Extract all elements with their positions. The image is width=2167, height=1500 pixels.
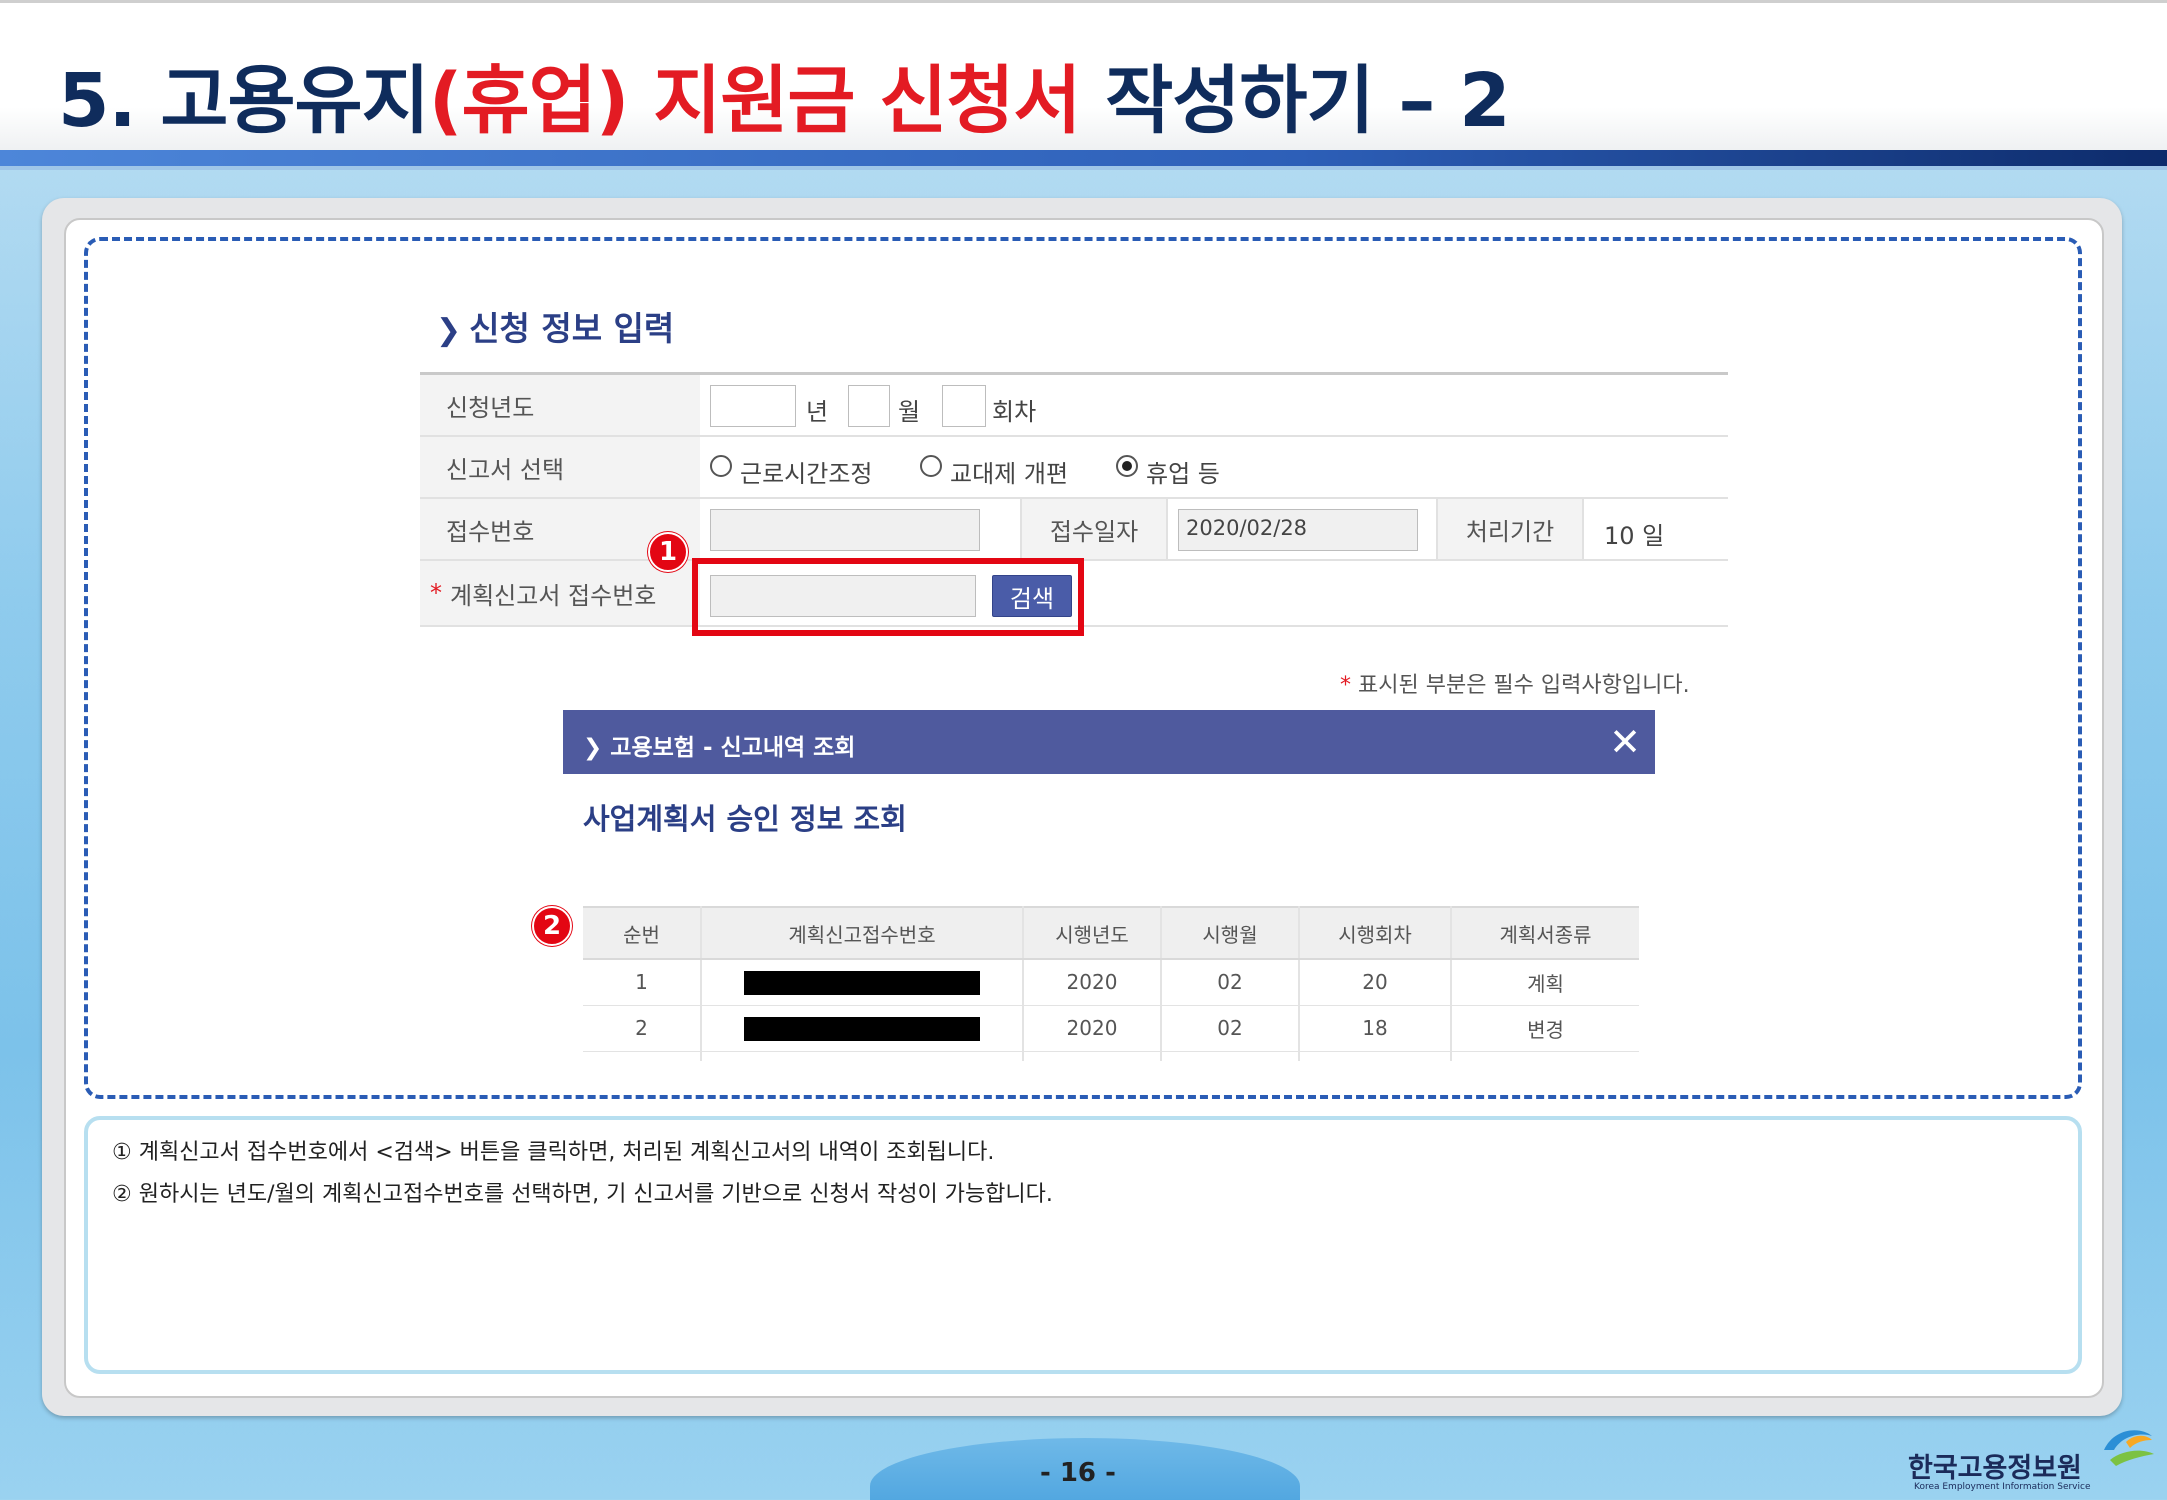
page-number: - 16 -	[1040, 1458, 1116, 1488]
year-unit: 년	[806, 398, 829, 426]
note-line-1: ① 계획신고서 접수번호에서 <검색> 버튼을 클릭하면, 처리된 계획신고서의…	[112, 1140, 995, 1165]
table-row[interactable]: 1 2020 02 20 계획	[583, 959, 1639, 1006]
header-divider	[0, 150, 2167, 166]
year-label: 신청년도	[420, 375, 700, 435]
row-plan-number[interactable]	[701, 959, 1024, 1006]
organization-logo: 한국고용정보원 Korea Employment Information Ser…	[1908, 1430, 2154, 1496]
plan-number-label-text: 계획신고서 접수번호	[450, 581, 657, 610]
round-unit: 회차	[992, 398, 1037, 426]
popup-heading: 사업계획서 승인 정보 조회	[583, 802, 907, 836]
popup-title-bar: ❯ 고용보험 - 신고내역 조회 ✕	[563, 710, 1655, 774]
logo-swoosh-icon	[2104, 1430, 2154, 1466]
slide-title: 5. 고용유지(휴업) 지원금 신청서 작성하기 – 2	[58, 41, 1511, 148]
callout-highlight-1	[692, 558, 1084, 636]
row-type: 계획	[1451, 959, 1639, 1006]
radio-shift-change[interactable]	[920, 455, 942, 477]
logo-english: Korea Employment Information Service	[1914, 1482, 2091, 1492]
row-round: 20	[1299, 959, 1452, 1006]
month-unit: 월	[898, 398, 921, 426]
row-round: 18	[1299, 1005, 1452, 1052]
row-month: 02	[1161, 959, 1300, 1006]
popup-title: ❯ 고용보험 - 신고내역 조회	[583, 728, 855, 762]
step-badge-1: 1	[648, 532, 688, 572]
year-input[interactable]	[710, 385, 796, 427]
chevron-right-icon: ❯	[583, 735, 603, 761]
receipt-date-label: 접수일자	[1020, 499, 1168, 559]
form-row-report-type: 신고서 선택 근로시간조정 교대제 개편 휴업 등	[420, 437, 1728, 499]
receipt-date-value: 2020/02/28	[1186, 516, 1308, 540]
title-suffix: 작성하기 – 2	[1080, 58, 1510, 144]
table-row-empty	[583, 1051, 1639, 1061]
table-row[interactable]: 2 2020 02 18 변경	[583, 1005, 1639, 1052]
radio-work-hours[interactable]	[710, 455, 732, 477]
plan-result-table: 순번 계획신고접수번호 시행년도 시행월 시행회차 계획서종류 1 2020 0…	[583, 906, 1639, 1061]
required-note-mark: *	[1340, 673, 1351, 698]
section-title: ❯ 신청 정보 입력	[436, 302, 674, 350]
step-badge-2: 2	[532, 906, 572, 946]
chevron-right-icon: ❯	[436, 313, 462, 348]
report-type-label: 신고서 선택	[420, 437, 700, 497]
plan-number-label: * 계획신고서 접수번호	[420, 561, 700, 625]
required-note-text: 표시된 부분은 필수 입력사항입니다.	[1358, 673, 1690, 698]
required-note: * 표시된 부분은 필수 입력사항입니다.	[1340, 667, 1690, 699]
radio-leave[interactable]	[1116, 455, 1138, 477]
row-year: 2020	[1023, 1005, 1162, 1052]
row-year: 2020	[1023, 959, 1162, 1006]
table-header-row: 순번 계획신고접수번호 시행년도 시행월 시행회차 계획서종류	[583, 906, 1639, 960]
redacted-value	[744, 1016, 980, 1041]
option-shift-change: 교대제 개편	[950, 460, 1069, 488]
col-plan-type: 계획서종류	[1451, 906, 1639, 960]
section-title-text: 신청 정보 입력	[469, 309, 675, 348]
note-line-2: ② 원하시는 년도/월의 계획신고접수번호를 선택하면, 기 신고서를 기반으로…	[112, 1182, 1053, 1207]
close-icon[interactable]: ✕	[1609, 720, 1641, 764]
col-year: 시행년도	[1023, 906, 1162, 960]
popup-title-text: 고용보험 - 신고내역 조회	[610, 735, 856, 761]
redacted-value	[744, 971, 980, 995]
round-input[interactable]	[942, 385, 986, 427]
row-no: 2	[583, 1005, 702, 1052]
row-month: 02	[1161, 1005, 1300, 1052]
required-mark: *	[430, 579, 442, 607]
slide-header: 5. 고용유지(휴업) 지원금 신청서 작성하기 – 2	[0, 0, 2167, 152]
process-period-value: 10 일	[1604, 522, 1665, 550]
col-no: 순번	[583, 906, 702, 960]
title-highlight: (휴업) 지원금 신청서	[428, 58, 1082, 144]
month-input[interactable]	[848, 385, 890, 427]
receipt-number-input[interactable]	[710, 509, 980, 551]
row-plan-number[interactable]	[701, 1005, 1024, 1052]
logo-korean: 한국고용정보원	[1908, 1453, 2082, 1484]
title-prefix: 5. 고용유지	[58, 58, 430, 144]
option-work-hours: 근로시간조정	[740, 460, 873, 488]
option-leave: 휴업 등	[1146, 460, 1220, 488]
col-month: 시행월	[1161, 906, 1300, 960]
row-no: 1	[583, 959, 702, 1006]
form-row-year: 신청년도 년 월 회차	[420, 375, 1728, 437]
row-type: 변경	[1451, 1005, 1639, 1052]
col-plan-number: 계획신고접수번호	[701, 906, 1024, 960]
header-divider-light	[0, 166, 2167, 170]
process-period-label: 처리기간	[1436, 499, 1584, 559]
form-row-receipt: 접수번호 접수일자 2020/02/28 처리기간 10 일	[420, 499, 1728, 561]
col-round: 시행회차	[1299, 906, 1452, 960]
